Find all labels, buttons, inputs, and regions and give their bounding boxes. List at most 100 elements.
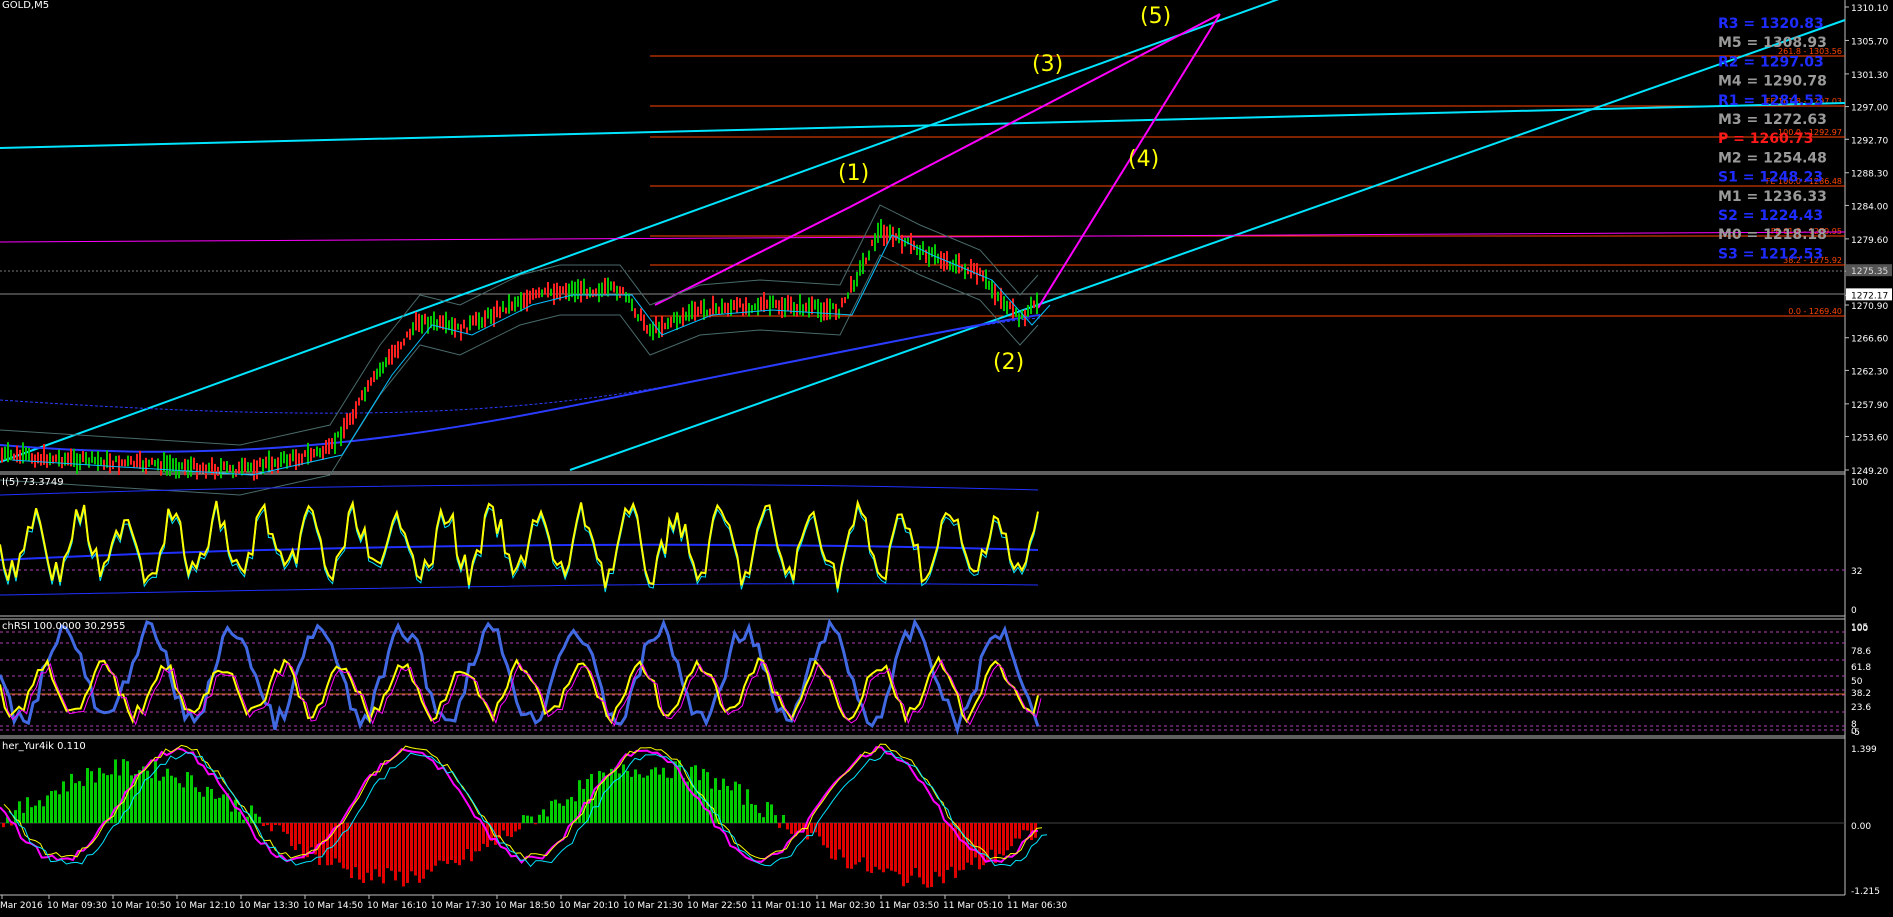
price-tick-label: 1284.00 <box>1851 202 1888 212</box>
hist-bar-up <box>546 816 549 823</box>
hist-bar-up <box>758 813 761 823</box>
trading-chart[interactable]: 261.8 - 1303.56FE 161.8 - 1297.03100.0 -… <box>0 0 1893 917</box>
hist-bar-up <box>610 768 613 823</box>
hist-bar-up <box>162 776 165 823</box>
hist-bar-up <box>742 804 745 823</box>
rsi-label: I(5) 73.3749 <box>2 477 64 488</box>
symbol-label: GOLD,M5 <box>2 0 49 11</box>
time-label: 10 Mar 12:10 <box>175 901 235 911</box>
hist-bar-up <box>230 811 233 823</box>
hist-bar-up <box>734 781 737 823</box>
hist-bar-down <box>422 823 425 879</box>
hist-bar-down <box>286 823 289 834</box>
hist-bar-down <box>298 823 301 845</box>
hist-bar-up <box>558 803 561 823</box>
pivot-label: R2 = 1297.03 <box>1718 54 1824 70</box>
hist-bar-up <box>190 775 193 823</box>
hist-bar-down <box>446 823 449 864</box>
hist-bar-up <box>194 787 197 823</box>
time-label: 10 Mar 22:50 <box>687 901 747 911</box>
indicator-tick-label: 78.6 <box>1851 647 1871 657</box>
pivot-label: M5 = 1308.93 <box>1718 35 1827 51</box>
hist-bar-down <box>862 823 865 858</box>
hist-bar-up <box>538 814 541 823</box>
hist-bar-up <box>738 784 741 823</box>
indicator-tick-label: 23.6 <box>1851 703 1871 713</box>
time-label: 10 Mar 09:30 <box>47 901 107 911</box>
hist-bar-up <box>22 812 25 823</box>
pivot-label: M1 = 1236.33 <box>1718 189 1827 205</box>
hist-bar-up <box>18 801 21 823</box>
hist-bar-down <box>418 823 421 883</box>
hist-bar-down <box>938 823 941 877</box>
price-tick-label: 1292.70 <box>1851 136 1888 146</box>
hist-bar-up <box>674 761 677 823</box>
hist-bar-up <box>774 815 777 823</box>
hist-bar-down <box>990 823 993 850</box>
indicator-tick-label: 100 <box>1851 624 1868 634</box>
hist-bar-up <box>242 819 245 823</box>
hist-bar-up <box>142 766 145 823</box>
hist-bar-down <box>362 823 365 883</box>
hist-bar-down <box>818 823 821 837</box>
pivot-label: M2 = 1254.48 <box>1718 150 1827 166</box>
hist-bar-up <box>46 795 49 823</box>
indicator-tick-label: 61.8 <box>1851 663 1871 673</box>
hist-bar-down <box>902 823 905 887</box>
hist-bar-down <box>858 823 861 863</box>
price-tick-label: 1249.20 <box>1851 467 1888 477</box>
indicator-tick-label: 38.2 <box>1851 689 1871 699</box>
hist-bar-down <box>386 823 389 869</box>
hist-bar-up <box>526 815 529 823</box>
hist-bar-up <box>618 773 621 823</box>
pivot-label: R3 = 1320.83 <box>1718 16 1824 32</box>
price-tick-label: 1257.90 <box>1851 401 1888 411</box>
hist-bar-down <box>442 823 445 862</box>
hist-bar-up <box>750 803 753 823</box>
hist-bar-up <box>78 781 81 823</box>
hist-bar-up <box>178 783 181 823</box>
hist-bar-up <box>730 790 733 823</box>
fib-label: 0.0 - 1269.40 <box>1788 307 1842 316</box>
hist-bar-up <box>102 773 105 823</box>
hist-bar-down <box>458 823 461 866</box>
pivot-label: M4 = 1290.78 <box>1718 74 1827 90</box>
price-tick-label: 1305.70 <box>1851 37 1888 47</box>
hist-bar-up <box>254 813 257 823</box>
hist-bar-down <box>870 823 873 873</box>
time-label: 10 Mar 21:30 <box>623 901 683 911</box>
pivot-label: S1 = 1248.23 <box>1718 170 1823 186</box>
hist-bar-down <box>866 823 869 872</box>
hist-bar-up <box>66 791 69 823</box>
hist-bar-down <box>1002 823 1005 856</box>
hist-bar-down <box>310 823 313 848</box>
hist-bar-up <box>646 775 649 823</box>
hist-bar-up <box>50 791 53 823</box>
price-tick-label: 1270.90 <box>1851 302 1888 312</box>
hist-bar-down <box>942 823 945 884</box>
hist-bar-down <box>430 823 433 872</box>
hist-bar-down <box>822 823 825 846</box>
hist-bar-down <box>810 823 813 833</box>
hist-bar-up <box>634 769 637 823</box>
hist-bar-down <box>890 823 893 871</box>
indicator-tick-label: 50 <box>1851 677 1863 687</box>
hist-bar-down <box>874 823 877 867</box>
hist-bar-up <box>726 786 729 823</box>
hist-bar-up <box>54 790 57 823</box>
hist-bar-down <box>882 823 885 873</box>
indicator-tick-label: 0.00 <box>1851 822 1871 832</box>
hist-bar-down <box>438 823 441 861</box>
hist-bar-down <box>534 823 537 825</box>
wave-label: (1) <box>838 161 869 186</box>
pivot-label: M0 = 1218.18 <box>1718 227 1827 243</box>
hist-bar-down <box>478 823 481 852</box>
hist-bar-up <box>258 816 261 823</box>
hist-bar-up <box>166 768 169 823</box>
hist-bar-down <box>1022 823 1025 831</box>
wave-label: (4) <box>1128 147 1159 172</box>
hist-bar-up <box>598 771 601 823</box>
hist-bar-down <box>266 823 269 826</box>
hist-bar-up <box>522 815 525 823</box>
hist-bar-down <box>426 823 429 870</box>
